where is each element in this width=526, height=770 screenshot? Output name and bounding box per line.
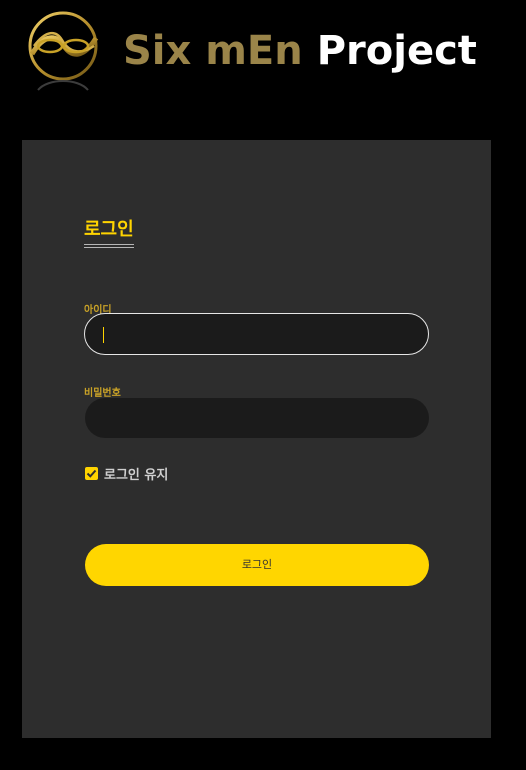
login-page: Six mEn Project 로그인 아이디 비밀번호 로그인 유지 로그인 (0, 0, 526, 770)
remember-checkbox[interactable] (85, 467, 98, 480)
id-input[interactable] (84, 313, 429, 355)
brand-part-six-men: Six mEn (123, 28, 303, 74)
remember-login[interactable]: 로그인 유지 (85, 464, 168, 483)
login-button[interactable]: 로그인 (85, 544, 429, 586)
brand-part-project: Project (316, 28, 477, 74)
brand-title: Six mEn Project (123, 27, 477, 75)
remember-login-label: 로그인 유지 (104, 468, 169, 483)
six-men-logo-icon[interactable] (26, 10, 102, 94)
login-heading: 로그인 (84, 215, 134, 248)
password-label: 비밀번호 (84, 388, 121, 399)
checkmark-icon (86, 469, 97, 478)
text-caret (103, 327, 104, 343)
password-input[interactable] (85, 398, 429, 438)
login-card: 로그인 아이디 비밀번호 로그인 유지 로그인 (22, 140, 491, 738)
header: Six mEn Project (0, 0, 526, 100)
